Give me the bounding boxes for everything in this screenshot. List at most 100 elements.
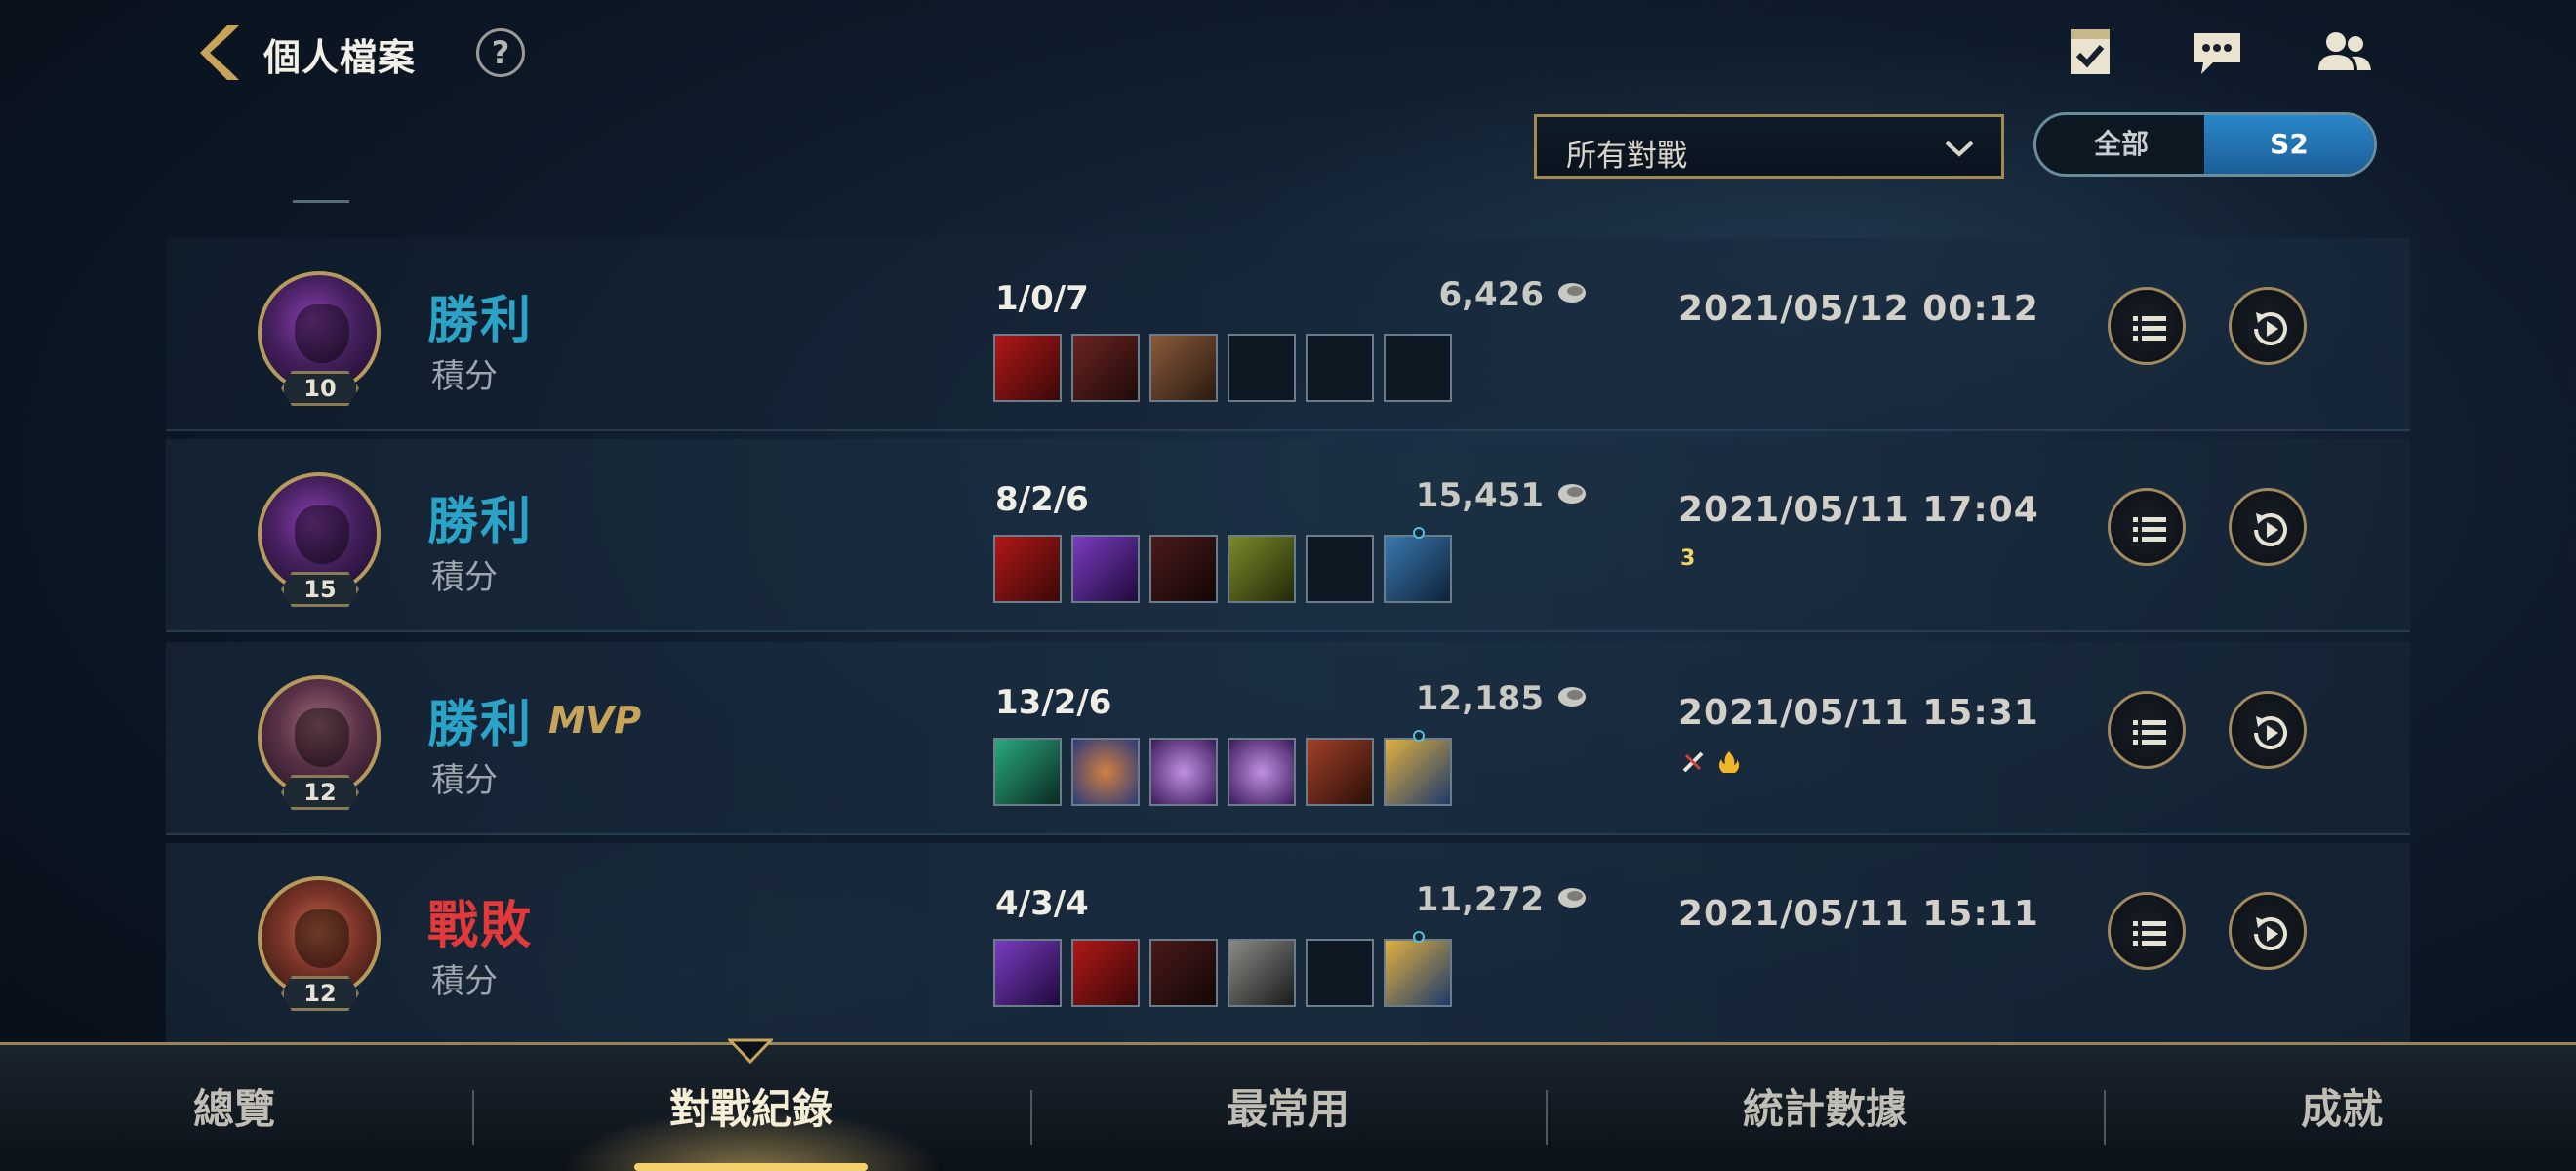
item-slot[interactable] [1149,334,1218,402]
chevron-down-icon [1945,141,1974,157]
coin-icon [1558,687,1586,707]
item-slot[interactable] [1071,334,1140,402]
item-slot[interactable] [993,939,1062,1007]
match-replay-button[interactable] [2229,892,2307,970]
match-replay-button[interactable] [2229,287,2307,365]
active-tab-pointer-icon [728,1038,773,1064]
champion-level-badge: 12 [281,775,359,810]
match-mode: 積分 [431,558,498,597]
season-option-s2[interactable]: S2 [2204,115,2374,174]
mvp-badge: MVP [548,699,642,742]
nav-divider [472,1090,474,1145]
champion-level-badge: 12 [281,976,359,1011]
gold-earned: 6,426 [1438,275,1544,314]
sword-icon [1682,751,1704,773]
match-mode: 積分 [431,962,498,1001]
match-type-dropdown[interactable]: 所有對戰 [1534,114,2004,179]
nav-divider [2104,1090,2106,1145]
page-title: 個人檔案 [263,36,417,79]
item-slot-boots[interactable] [1384,730,1452,806]
item-slot[interactable] [1228,939,1296,1007]
item-slot[interactable] [1306,738,1374,806]
gold-earned: 15,451 [1415,476,1544,515]
friends-button[interactable] [2314,25,2373,78]
item-slot-empty [1306,939,1374,1007]
match-details-button[interactable] [2108,892,2186,970]
item-slot[interactable] [1228,535,1296,603]
replay-icon [2254,312,2287,345]
match-type-value: 所有對戰 [1566,139,1687,174]
match-badges: 3 [1680,546,1701,576]
match-mode: 積分 [431,761,498,800]
item-slot-boots[interactable] [1384,931,1452,1007]
coin-icon [1558,888,1586,908]
gold-earned: 11,272 [1415,880,1544,919]
match-row[interactable]: 12 戰敗 積分 4/3/4 11,272 2021/05/11 15:11 [166,843,2410,1044]
match-row[interactable]: 10 勝利 積分 1/0/7 6,426 2021/05/12 00:12 [166,238,2410,431]
list-icon [2133,720,2166,745]
kda: 1/0/7 [995,279,1089,318]
missions-button[interactable] [2061,25,2119,78]
item-slot[interactable] [1071,939,1140,1007]
tab-match-history[interactable]: 對戰紀錄 [546,1045,956,1171]
tab-most-played[interactable]: 最常用 [1142,1045,1434,1171]
active-tab-indicator [634,1163,868,1171]
item-slot[interactable] [1071,535,1140,603]
coin-icon [1558,283,1586,303]
item-slot[interactable] [1071,738,1140,806]
coin-icon [1558,484,1586,504]
replay-icon [2254,917,2287,950]
season-toggle: 全部 S2 [2033,112,2377,177]
match-badges [1680,749,1748,779]
item-slot-empty [1306,334,1374,402]
match-date: 2021/05/11 17:04 [1678,490,2039,530]
champion-level-badge: 15 [281,572,359,607]
nav-divider [1030,1090,1032,1145]
match-result: 勝利 [427,696,534,754]
tab-statistics[interactable]: 統計數據 [1678,1045,1971,1171]
match-details-button[interactable] [2108,691,2186,769]
replay-icon [2254,513,2287,546]
match-details-button[interactable] [2108,488,2186,566]
match-details-button[interactable] [2108,287,2186,365]
header: 個人檔案 ? [0,0,2576,107]
champion-level-badge: 10 [281,371,359,406]
list-icon [2133,517,2166,542]
item-slot[interactable] [1149,738,1218,806]
item-slot-empty [1384,334,1452,402]
kda: 13/2/6 [995,683,1112,722]
tab-overview[interactable]: 總覽 [117,1045,351,1171]
friends-icon [2318,32,2371,70]
tab-achievements[interactable]: 成就 [2234,1045,2449,1171]
kda: 4/3/4 [995,884,1089,923]
match-row[interactable]: 15 勝利 積分 8/2/6 15,451 2021/05/11 17:04 3 [166,439,2410,632]
help-button[interactable]: ? [476,28,525,77]
clipboard-check-icon [2071,29,2110,74]
back-button[interactable] [190,21,249,84]
nav-divider [1546,1090,1548,1145]
match-replay-button[interactable] [2229,691,2307,769]
match-mode: 積分 [431,357,498,396]
match-replay-button[interactable] [2229,488,2307,566]
item-slot-empty [1306,535,1374,603]
item-slot-boots[interactable] [1384,527,1452,603]
season-option-all[interactable]: 全部 [2036,115,2206,174]
bottom-nav: 總覽 對戰紀錄 最常用 統計數據 成就 [0,1042,2576,1171]
item-slot[interactable] [993,535,1062,603]
item-slot[interactable] [1228,738,1296,806]
item-slot[interactable] [993,738,1062,806]
divider [293,200,349,203]
chevron-left-icon [200,25,239,80]
item-slot[interactable] [993,334,1062,402]
chat-button[interactable] [2188,25,2246,78]
flame-icon [1719,751,1740,773]
match-date: 2021/05/11 15:31 [1678,693,2039,733]
match-date: 2021/05/11 15:11 [1678,894,2039,934]
item-slot[interactable] [1149,535,1218,603]
match-date: 2021/05/12 00:12 [1678,289,2039,329]
match-row[interactable]: 12 勝利 MVP 積分 13/2/6 12,185 2021/05/11 15… [166,642,2410,835]
chat-bubble-icon [2194,33,2240,74]
item-slot[interactable] [1149,939,1218,1007]
multikill-badge: 3 [1680,546,1696,571]
kda: 8/2/6 [995,480,1089,519]
